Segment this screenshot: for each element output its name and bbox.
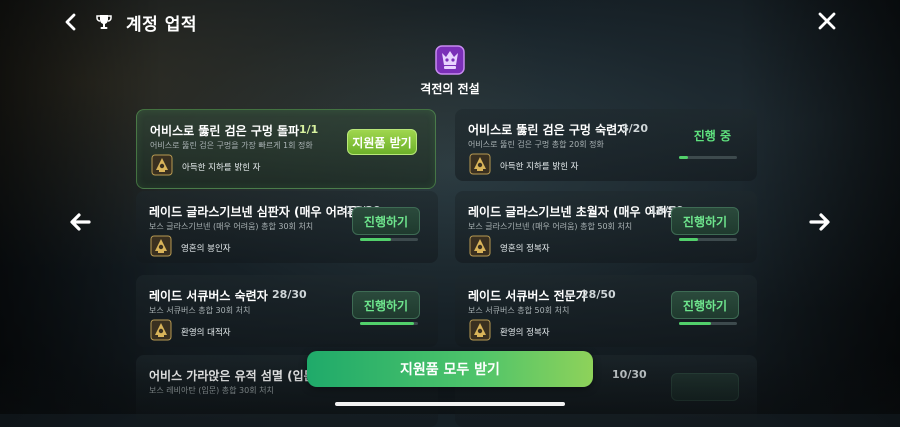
count-current: 3 <box>621 122 629 135</box>
count-total: /20 <box>628 122 648 135</box>
achievement-description: 보스 글라스기브넨 (매우 어려움) 총합 30회 처치 <box>149 222 314 231</box>
title-reward-icon <box>151 154 173 176</box>
title-reward-icon <box>469 319 491 341</box>
progress-fill <box>679 238 698 241</box>
title-reward-icon <box>469 235 491 257</box>
reward-title-text: 아득한 지하를 밝힌 자 <box>182 163 261 173</box>
go-progress-button[interactable]: 진행하기 <box>671 291 739 319</box>
achievement-card: 레이드 글라스기브넨 초월자 (매우 어려움)16/50보스 글라스기브넨 (매… <box>455 191 757 263</box>
achievement-card: 레이드 서큐버스 전문가 28/50 보스 서큐버스 총합 50회 처치환영의 정복… <box>455 275 757 347</box>
go-progress-button[interactable] <box>671 373 739 401</box>
achievement-description: 어비스로 뚫린 검은 구멍 총합 20회 정화 <box>468 140 604 149</box>
home-indicator <box>335 402 565 406</box>
page-title: 계정 업적 <box>126 14 197 35</box>
arrow-left-icon <box>70 213 91 231</box>
go-progress-button[interactable]: 진행하기 <box>671 207 739 235</box>
reward-title-text: 영혼의 봉인자 <box>181 244 231 254</box>
progress-fill <box>679 322 712 325</box>
achievement-description: 보스 글라스기브넨 (매우 어려움) 총합 50회 처치 <box>468 222 633 231</box>
count-total: /30 <box>627 368 647 381</box>
reward-title-text: 아득한 지하를 밝힌 자 <box>500 162 579 172</box>
achievement-title: 레이드 서큐버스 전문가 <box>468 289 587 303</box>
achievement-title: 어비스 가라앉은 유적 섬멸 (입문) <box>149 369 321 383</box>
progress-fill <box>360 238 391 241</box>
reward-title-text: 환영의 대적자 <box>181 328 231 338</box>
achievement-card: 어비스로 뚫린 검은 구멍 돌파 1/1 어비스로 뚫린 검은 구멍을 가장 빠르게… <box>136 109 436 189</box>
achievement-description: 보스 서큐버스 총합 30회 처치 <box>149 306 251 315</box>
achievement-card: 어비스로 뚫린 검은 구멍 숙련자 3/20 어비스로 뚫린 검은 구멍 총합 20… <box>455 109 757 181</box>
count-current: 28 <box>272 288 288 301</box>
featured-title-label: 격전의 전설 <box>420 82 480 96</box>
go-progress-button[interactable]: 진행하기 <box>352 207 420 235</box>
progress-bar <box>679 322 737 325</box>
achievement-count: 1/1 <box>299 123 318 136</box>
prev-page-button[interactable] <box>68 212 92 232</box>
count-total: /30 <box>287 288 307 301</box>
count-current: 16 <box>649 204 665 217</box>
claim-all-button[interactable]: 지원품 모두 받기 <box>307 351 593 387</box>
achievement-count: 28/30 <box>272 288 307 301</box>
reward-title-text: 환영의 정복자 <box>500 328 550 338</box>
close-button[interactable] <box>816 10 838 32</box>
count-current: 1 <box>299 123 307 136</box>
achievement-count: 3/20 <box>621 122 648 135</box>
count-total: /1 <box>306 123 319 136</box>
achievement-title: 어비스로 뚫린 검은 구멍 숙련자 <box>468 123 629 137</box>
achievement-title: 레이드 서큐버스 숙련자 <box>149 289 268 303</box>
achievement-title: 레이드 글라스기브넨 심판자 (매우 어려움) <box>149 205 365 219</box>
progress-bar <box>679 156 737 159</box>
next-page-button[interactable] <box>808 212 832 232</box>
progress-bar <box>360 322 418 325</box>
progress-bar <box>679 238 737 241</box>
count-current: 10 <box>612 368 628 381</box>
progress-fill <box>360 322 414 325</box>
claim-reward-button[interactable]: 지원품 받기 <box>347 129 417 155</box>
progress-bar <box>360 238 418 241</box>
go-progress-button[interactable]: 진행하기 <box>352 291 420 319</box>
close-icon <box>818 12 836 30</box>
title-reward-icon <box>469 153 491 175</box>
achievement-title: 어비스로 뚫린 검은 구멍 돌파 <box>150 124 300 138</box>
progress-fill <box>679 156 688 159</box>
in-progress-status: 진행 중 <box>693 129 731 143</box>
header: 계정 업적 <box>60 8 197 36</box>
back-button[interactable] <box>60 11 82 33</box>
title-reward-icon <box>150 319 172 341</box>
achievement-count: 28/50 <box>581 288 616 301</box>
title-reward-icon <box>150 235 172 257</box>
achievement-card: 레이드 서큐버스 숙련자 28/30 보스 서큐버스 총합 30회 처치환영의 대적… <box>136 275 438 347</box>
legend-emblem-icon <box>433 43 467 77</box>
count-total: /50 <box>596 288 616 301</box>
achievement-card: 레이드 글라스기브넨 심판자 (매우 어려움)16/30보스 글라스기브넨 (매… <box>136 191 438 263</box>
achievement-description: 어비스로 뚫린 검은 구멍을 가장 빠르게 1회 정화 <box>150 141 313 150</box>
achievement-description: 보스 서큐버스 총합 50회 처치 <box>468 306 570 315</box>
reward-title-text: 영혼의 정복자 <box>500 244 550 254</box>
arrow-right-icon <box>809 213 830 231</box>
achievement-description: 보스 레비아탄 (입문) 총합 30회 처치 <box>149 386 274 395</box>
achievement-count: 10/30 <box>612 368 647 381</box>
chevron-left-icon <box>65 13 76 31</box>
count-current: 28 <box>581 288 597 301</box>
trophy-icon <box>94 12 114 32</box>
